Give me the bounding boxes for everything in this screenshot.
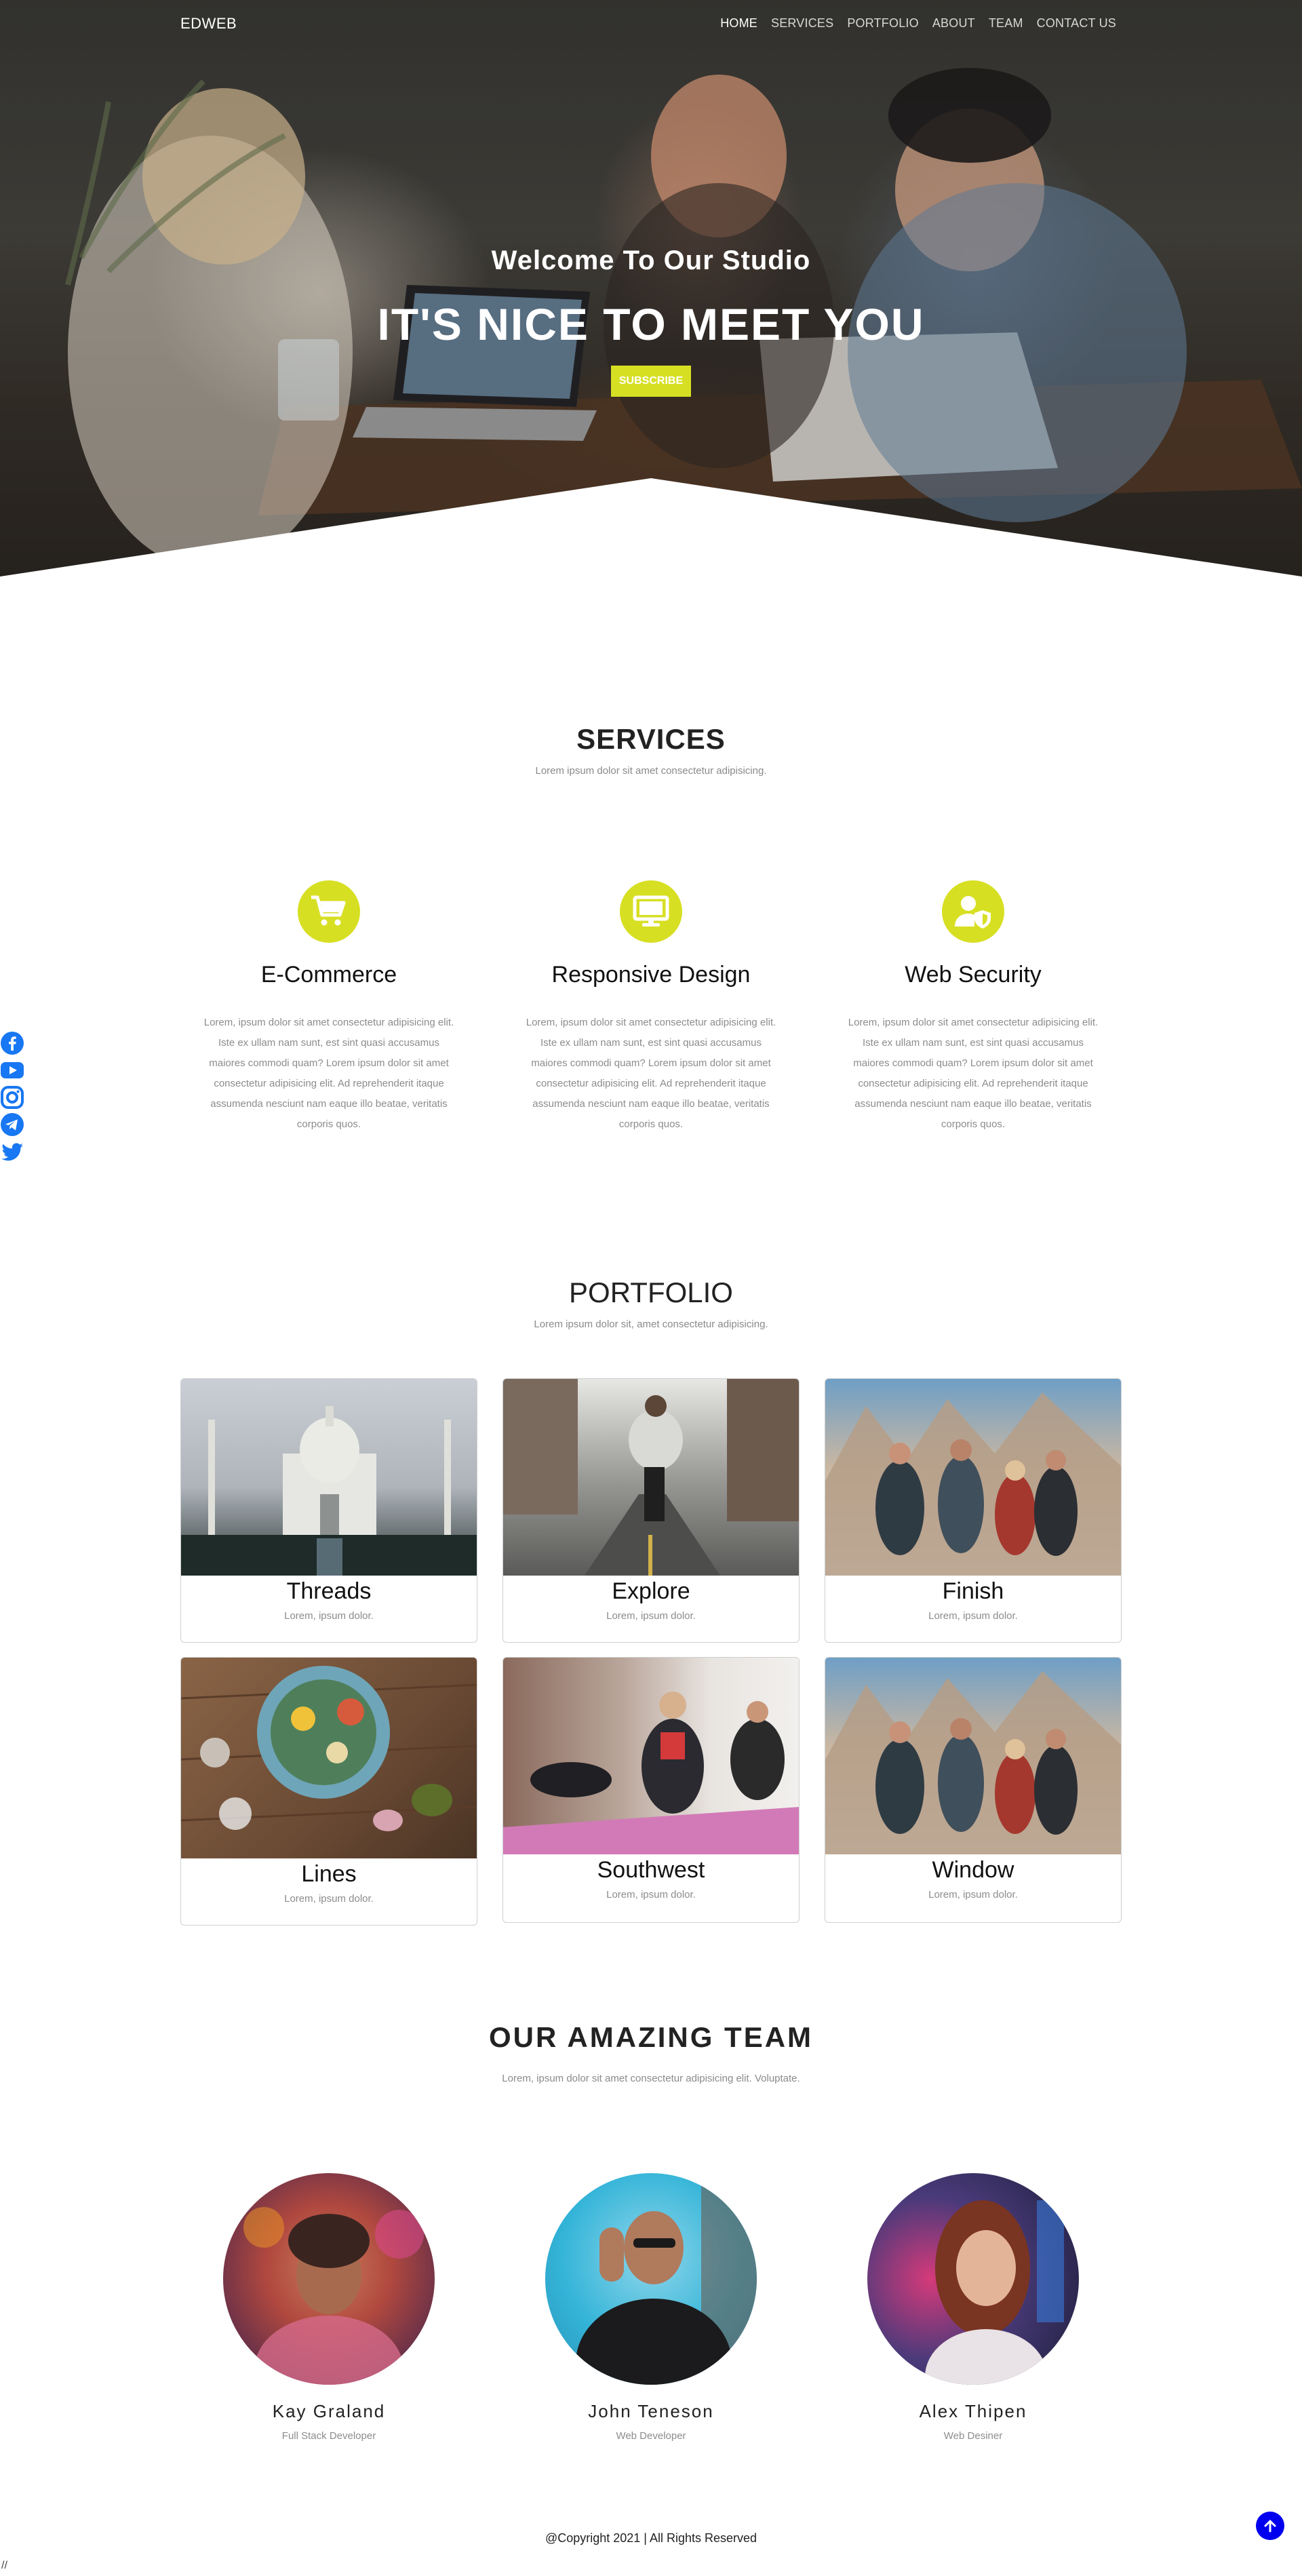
member-role: Web Developer: [616, 2430, 686, 2442]
card-title: Lines: [301, 1861, 357, 1887]
team-member-alex: Alex Thipen Web Desiner: [865, 2173, 1082, 2442]
member-name: Kay Graland: [272, 2401, 386, 2421]
nav-contact[interactable]: CONTACT US: [1037, 16, 1116, 31]
card-title: Southwest: [597, 1857, 705, 1883]
portfolio-image: [503, 1379, 799, 1576]
service-title: Web Security: [905, 962, 1042, 988]
member-name: John Teneson: [588, 2401, 714, 2421]
portfolio-subtitle: Lorem ipsum dolor sit, amet consectetur …: [534, 1319, 768, 1330]
team-subtitle: Lorem, ipsum dolor sit amet consectetur …: [502, 2073, 800, 2084]
member-role: Full Stack Developer: [281, 2430, 376, 2442]
facebook-icon[interactable]: [0, 1030, 27, 1057]
arrow-up-icon: [1264, 2520, 1276, 2533]
portfolio-image: [181, 1658, 477, 1858]
hero-divider: [0, 478, 1302, 577]
nav-home[interactable]: HOME: [720, 16, 757, 31]
services-title: SERVICES: [576, 723, 726, 755]
card-title: Finish: [942, 1578, 1004, 1604]
card-title: Threads: [286, 1578, 372, 1604]
portfolio-image: [825, 1379, 1121, 1576]
portfolio-title: PORTFOLIO: [569, 1276, 733, 1308]
service-title: Responsive Design: [551, 962, 751, 988]
hero-section: EDWEB HOME SERVICES PORTFOLIO ABOUT TEAM…: [0, 0, 1302, 577]
avatar: [867, 2173, 1079, 2385]
service-ecommerce: E-Commerce Lorem, ipsum dolor sit amet c…: [193, 880, 465, 1135]
avatar: [223, 2173, 435, 2385]
service-text: Lorem, ipsum dolor sit amet consectetur …: [203, 1017, 454, 1130]
nav-team[interactable]: TEAM: [989, 16, 1023, 31]
card-subtitle: Lorem, ipsum dolor.: [284, 1610, 374, 1622]
main-nav: HOME SERVICES PORTFOLIO ABOUT TEAM CONTA…: [720, 16, 1116, 31]
portfolio-card-southwest[interactable]: Southwest Lorem, ipsum dolor.: [502, 1657, 800, 1923]
portfolio-image: [825, 1658, 1121, 1854]
monitor-icon: [620, 880, 682, 943]
brand-logo[interactable]: EDWEB: [180, 15, 237, 33]
card-subtitle: Lorem, ipsum dolor.: [284, 1893, 374, 1905]
team-member-john: John Teneson Web Developer: [542, 2173, 760, 2442]
service-text: Lorem, ipsum dolor sit amet consectetur …: [526, 1017, 776, 1130]
youtube-icon[interactable]: [0, 1057, 27, 1084]
member-name: Alex Thipen: [919, 2401, 1027, 2421]
nav-about[interactable]: ABOUT: [932, 16, 975, 31]
portfolio-card-window[interactable]: Window Lorem, ipsum dolor.: [825, 1657, 1122, 1923]
instagram-icon[interactable]: [0, 1084, 27, 1111]
service-text: Lorem, ipsum dolor sit amet consectetur …: [848, 1017, 1099, 1130]
service-web-security: Web Security Lorem, ipsum dolor sit amet…: [837, 880, 1109, 1135]
card-title: Window: [932, 1857, 1014, 1883]
team-title: OUR AMAZING TEAM: [488, 2021, 814, 2053]
avatar: [545, 2173, 757, 2385]
portfolio-card-finish[interactable]: Finish Lorem, ipsum dolor.: [825, 1378, 1122, 1643]
telegram-icon[interactable]: [0, 1111, 27, 1138]
team-member-kay: Kay Graland Full Stack Developer: [220, 2173, 437, 2442]
back-to-top-button[interactable]: [1256, 2512, 1284, 2540]
cart-icon: [298, 880, 360, 943]
nav-services[interactable]: SERVICES: [771, 16, 833, 31]
user-shield-icon: [942, 880, 1004, 943]
stray-text: //: [1, 2560, 7, 2571]
portfolio-image: [503, 1658, 799, 1854]
service-title: E-Commerce: [260, 962, 397, 988]
hero-title: IT'S NICE TO MEET YOU: [377, 299, 925, 349]
social-sidebar: [0, 1030, 27, 1165]
nav-portfolio[interactable]: PORTFOLIO: [847, 16, 919, 31]
member-role: Web Desiner: [943, 2430, 1003, 2442]
twitter-icon[interactable]: [0, 1138, 27, 1165]
card-subtitle: Lorem, ipsum dolor.: [606, 1889, 696, 1900]
portfolio-card-threads[interactable]: Threads Lorem, ipsum dolor.: [180, 1378, 477, 1643]
portfolio-card-explore[interactable]: Explore Lorem, ipsum dolor.: [502, 1378, 800, 1643]
services-subtitle: Lorem ipsum dolor sit amet consectetur a…: [535, 765, 767, 777]
service-responsive-design: Responsive Design Lorem, ipsum dolor sit…: [515, 880, 787, 1135]
card-subtitle: Lorem, ipsum dolor.: [606, 1610, 696, 1622]
card-title: Explore: [612, 1578, 690, 1604]
portfolio-image: [181, 1379, 477, 1576]
card-subtitle: Lorem, ipsum dolor.: [928, 1610, 1018, 1622]
subscribe-button[interactable]: SUBSCRIBE: [611, 366, 691, 397]
portfolio-card-lines[interactable]: Lines Lorem, ipsum dolor.: [180, 1657, 477, 1926]
copyright-text: @Copyright 2021 | All Rights Reserved: [545, 2531, 757, 2545]
hero-subtitle: Welcome To Our Studio: [491, 246, 811, 275]
card-subtitle: Lorem, ipsum dolor.: [928, 1889, 1018, 1900]
